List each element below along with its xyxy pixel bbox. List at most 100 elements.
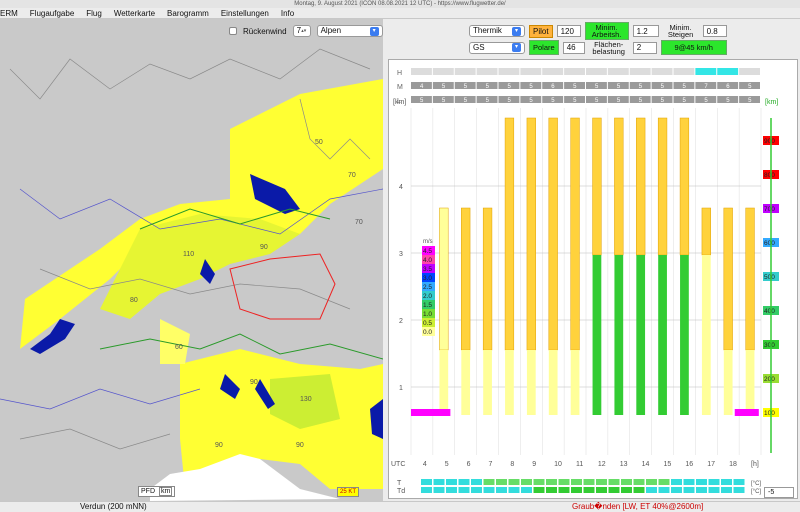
thermal-bar-lower bbox=[636, 255, 646, 415]
thermal-bar bbox=[461, 207, 471, 351]
td-cell bbox=[633, 487, 645, 493]
weather-map[interactable]: 50 70 70 90 110 80 60 90 130 90 90 bbox=[0, 19, 383, 501]
t-cell bbox=[483, 479, 495, 485]
offset-select[interactable]: -5 bbox=[764, 487, 794, 498]
t-cell bbox=[533, 479, 545, 485]
cloud-cell bbox=[520, 68, 542, 75]
menu-flug[interactable]: Flug bbox=[86, 8, 102, 18]
right-axis-tick: 300 bbox=[764, 342, 775, 349]
legend-value: 4.5 bbox=[423, 248, 432, 255]
cloud-cell bbox=[739, 68, 760, 75]
utc-label: [h] bbox=[751, 461, 759, 468]
cloud-cell bbox=[564, 68, 585, 75]
t-cell bbox=[633, 479, 645, 485]
map-label: 90 bbox=[215, 442, 223, 449]
td-cell bbox=[433, 487, 445, 493]
thermal-bar-lower bbox=[701, 255, 711, 415]
legend-value: 3.0 bbox=[423, 275, 432, 282]
pfd-toggle[interactable]: PFD km bbox=[138, 486, 176, 497]
glider-select[interactable]: GS ▾ bbox=[469, 41, 525, 54]
thermal-bar bbox=[679, 117, 690, 256]
t-cell bbox=[458, 479, 470, 485]
map-canvas: 50 70 70 90 110 80 60 90 130 90 90 bbox=[0, 19, 383, 501]
pilot-label: Pilot bbox=[529, 24, 553, 38]
utc-label: 16 bbox=[685, 461, 693, 468]
cloud-cell bbox=[607, 68, 629, 75]
region-value: Alpen bbox=[320, 26, 342, 35]
polare-label: Polare bbox=[529, 40, 559, 55]
map-label: 70 bbox=[348, 172, 356, 179]
stepper-icon: ▴▾ bbox=[301, 27, 307, 34]
left-axis-tick: 1 bbox=[399, 385, 403, 392]
menu-wetterkarte[interactable]: Wetterkarte bbox=[114, 8, 155, 18]
thermal-bar-lower bbox=[461, 350, 471, 415]
t-cell bbox=[671, 479, 682, 485]
td-cell bbox=[533, 487, 545, 493]
map-label: 90 bbox=[296, 442, 304, 449]
td-cell bbox=[583, 487, 595, 493]
mode-value: Thermik bbox=[473, 26, 502, 35]
map-label: 110 bbox=[183, 251, 194, 258]
t-cell bbox=[683, 479, 695, 485]
thermal-bar-lower bbox=[658, 255, 667, 415]
thermal-bar bbox=[482, 207, 493, 351]
t-cell bbox=[558, 479, 570, 485]
mode-select[interactable]: Thermik ▾ bbox=[469, 25, 525, 37]
row-td-label: Td bbox=[397, 488, 405, 495]
t-unit: [°C] bbox=[751, 481, 761, 487]
thermal-bar-lower bbox=[526, 350, 536, 415]
td-cell bbox=[546, 487, 557, 493]
controls-row-2: GS ▾ Polare 46 Flächen-belastung 2 9@45 … bbox=[469, 40, 727, 55]
utc-label: UTC bbox=[391, 461, 405, 468]
region-select[interactable]: Alpen ▾ bbox=[316, 25, 383, 37]
menu-info[interactable]: Info bbox=[281, 8, 294, 18]
utc-label: 7 bbox=[489, 461, 493, 468]
map-label: 90 bbox=[260, 244, 268, 251]
utc-label: 8 bbox=[510, 461, 514, 468]
rueckenwind-checkbox[interactable] bbox=[229, 27, 237, 35]
td-cell bbox=[608, 487, 620, 493]
menu-einstellungen[interactable]: Einstellungen bbox=[221, 8, 269, 18]
status-bar: Verdun (200 mNN) Graub�nden [LW, ET 40%@… bbox=[0, 501, 800, 512]
t-cell bbox=[608, 479, 620, 485]
km-toggle[interactable]: km bbox=[158, 487, 173, 496]
rueckenwind-select[interactable]: 7 ▴▾ bbox=[292, 25, 311, 37]
td-cell bbox=[421, 487, 432, 493]
td-cell bbox=[446, 487, 457, 493]
status-location: Verdun (200 mNN) bbox=[80, 502, 147, 511]
min-steigen-input[interactable]: 0.8 bbox=[702, 25, 727, 37]
td-cell bbox=[571, 487, 582, 493]
min-arbeits-input[interactable]: 1.2 bbox=[632, 25, 659, 37]
pilot-input[interactable]: 120 bbox=[556, 25, 581, 37]
td-cell bbox=[508, 487, 520, 493]
polare-input[interactable]: 46 bbox=[562, 41, 585, 54]
utc-label: 14 bbox=[642, 461, 650, 468]
legend-value: 0.0 bbox=[423, 329, 432, 336]
td-cell bbox=[683, 487, 695, 493]
thermal-bar bbox=[614, 117, 624, 256]
flaechen-input[interactable]: 2 bbox=[632, 41, 657, 54]
left-axis-tick: 2 bbox=[399, 318, 403, 325]
right-axis-tick: 900 bbox=[764, 138, 775, 145]
thermal-bar bbox=[723, 207, 733, 351]
legend-title: m/s bbox=[423, 239, 433, 245]
min-steigen-label: Minim. Steigen bbox=[667, 23, 694, 39]
utc-label: 15 bbox=[664, 461, 672, 468]
cloud-cell bbox=[651, 68, 673, 75]
emagram-chart[interactable]: H M 4 5 5 5 5 5 6 5 5 5 5 5 5 7 6 5 L 5 5 5 5 5 5 5 5 5 5 5 5 5 5 5 5 [km][… bbox=[388, 59, 798, 499]
menu-erm[interactable]: ERM bbox=[0, 8, 18, 18]
result-badge: 9@45 km/h bbox=[660, 40, 727, 55]
td-cell bbox=[483, 487, 495, 493]
thermal-bar-lower bbox=[505, 350, 514, 415]
cloud-cell bbox=[586, 68, 607, 75]
td-cell bbox=[471, 487, 482, 493]
right-axis-tick: 800 bbox=[764, 172, 775, 179]
row-label: M bbox=[397, 84, 403, 91]
left-axis-tick: 4 bbox=[399, 184, 403, 191]
td-cell bbox=[721, 487, 732, 493]
min-arbeits-label: Minim. Arbeitsh. bbox=[584, 22, 629, 40]
menu-flugaufgabe[interactable]: Flugaufgabe bbox=[30, 8, 74, 18]
t-cell bbox=[471, 479, 482, 485]
menu-barogramm[interactable]: Barogramm bbox=[167, 8, 209, 18]
t-cell bbox=[421, 479, 432, 485]
